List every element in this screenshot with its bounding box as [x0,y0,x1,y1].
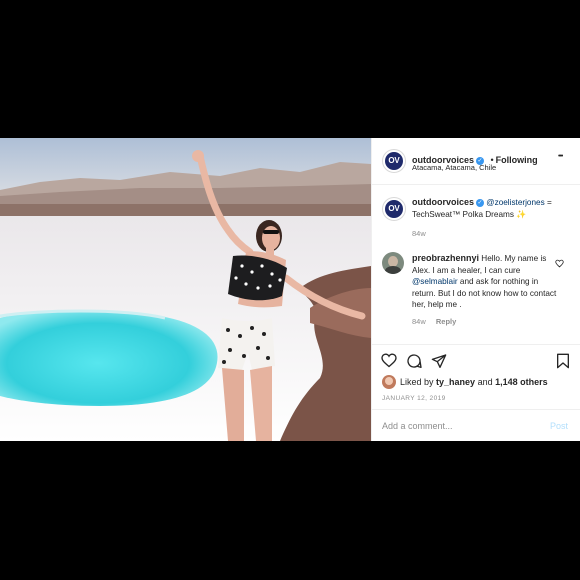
post-location[interactable]: Atacama, Atacama, Chile [412,163,496,172]
following-button[interactable]: Following [496,155,538,165]
commenter-avatar[interactable] [382,252,404,274]
comment-like-heart-icon[interactable] [555,255,564,273]
likes-and: and [477,377,493,387]
sparkles-icon: ✨ [516,209,527,219]
comment-bubble-icon[interactable] [406,353,422,374]
share-paper-plane-icon[interactable] [431,353,447,374]
caption-mention[interactable]: @zoelisterjones [486,198,544,207]
liker-avatar[interactable] [382,375,396,389]
reply-link[interactable]: Reply [436,317,456,326]
post-photo[interactable] [0,138,371,441]
comment-meta: 84w Reply [412,317,456,326]
post-header: OV outdoorvoices ✓ • Following Atacama, At… [372,138,580,185]
comment-age: 84w [412,317,426,326]
post-date[interactable]: JANUARY 12, 2019 [382,395,446,402]
post-comment-button[interactable]: Post [550,421,568,431]
photo-illustration [0,138,371,441]
caption-avatar-initials: OV [385,200,403,218]
like-heart-icon[interactable] [381,353,397,373]
post-sidebar: OV outdoorvoices ✓ • Following Atacama, At… [371,138,580,441]
commenter-username[interactable]: preobrazhennyi [412,253,479,263]
comment-text: preobrazhennyi Hello. My name is Alex. I… [412,253,562,311]
add-comment-bar: Add a comment... Post [372,409,580,442]
caption-verified-icon: ✓ [476,199,485,207]
liked-by-prefix: Liked by [400,377,434,387]
avatar-initials: OV [385,152,403,170]
action-bar: Liked by ty_haney and 1,148 others JANUA… [372,344,580,409]
caption-age: 84w [412,229,426,238]
author-avatar[interactable]: OV [382,149,406,173]
liker-username[interactable]: ty_haney [436,377,475,387]
more-options-icon[interactable]: ••• [558,153,563,160]
save-bookmark-icon[interactable] [556,353,570,374]
add-comment-input[interactable]: Add a comment... [382,421,453,431]
likes-count[interactable]: 1,148 others [495,377,548,387]
caption-text: outdoorvoices ✓ @zoelisterjones = TechSwe… [412,197,577,220]
comment-mention[interactable]: @selmablair [412,277,458,286]
caption-avatar[interactable]: OV [382,197,406,221]
likes-summary: Liked by ty_haney and 1,148 others [400,377,548,387]
caption-author[interactable]: outdoorvoices [412,197,474,207]
instagram-post-frame: OV outdoorvoices ✓ • Following Atacama, At… [0,138,580,441]
